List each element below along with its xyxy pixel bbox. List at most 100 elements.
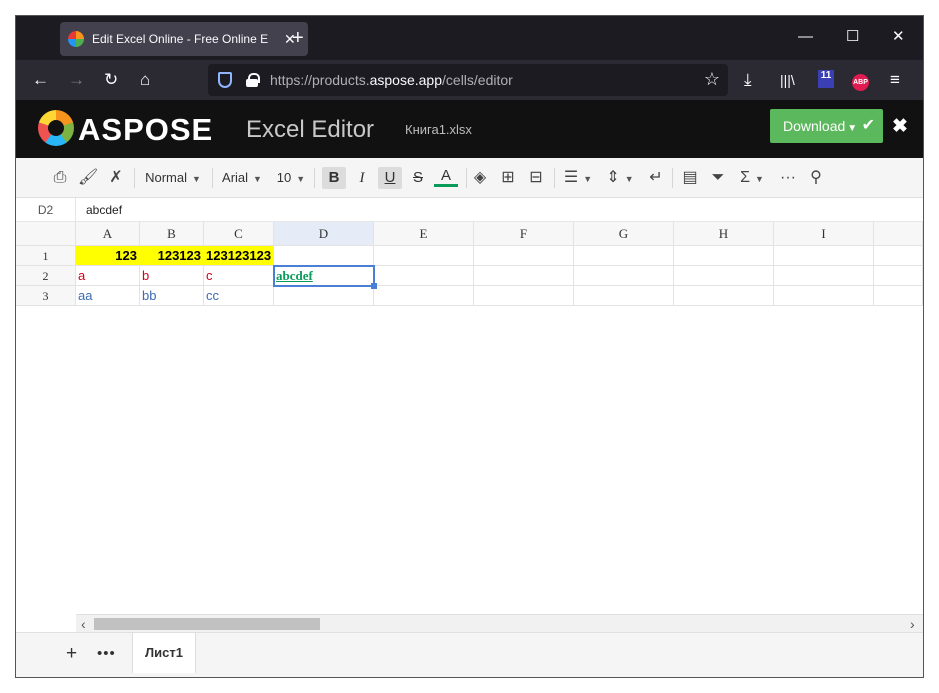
row-header-3[interactable]: 3 <box>16 286 76 306</box>
cell-g3[interactable] <box>574 286 674 306</box>
cell-c1[interactable]: 123123123 <box>204 246 274 266</box>
scroll-right-icon[interactable]: › <box>910 615 915 633</box>
column-header-e[interactable]: E <box>374 222 474 246</box>
cell-h2[interactable] <box>674 266 774 286</box>
cell-d1[interactable] <box>274 246 374 266</box>
row-header-2[interactable]: 2 <box>16 266 76 286</box>
minimize-button[interactable]: — <box>798 28 813 46</box>
cell-j3[interactable] <box>874 286 923 306</box>
adblock-icon[interactable]: ABP <box>852 74 869 91</box>
scroll-left-icon[interactable]: ‹ <box>81 615 86 633</box>
cell-f3[interactable] <box>474 286 574 306</box>
row-header-1[interactable]: 1 <box>16 246 76 266</box>
tracking-shield-icon[interactable] <box>218 72 232 88</box>
library-icon[interactable]: |||\ <box>780 70 795 90</box>
font-select[interactable]: Arial ▼ <box>218 167 266 189</box>
column-header-a[interactable]: A <box>76 222 140 246</box>
font-size-select[interactable]: 10 ▼ <box>274 167 308 189</box>
wrap-text-icon[interactable]: ↵ <box>646 167 666 189</box>
cell-c2[interactable]: c <box>204 266 274 286</box>
column-header-d[interactable]: D <box>274 222 374 246</box>
print-icon[interactable]: ⎙ <box>50 167 70 189</box>
spreadsheet-grid[interactable]: A B C D E F G H I 1 2 3 123 123123 12312… <box>16 222 923 614</box>
table-icon[interactable]: ▤ <box>680 167 700 189</box>
download-button[interactable]: Download ▼ ✔ <box>770 109 883 143</box>
strikethrough-button[interactable]: S <box>406 167 430 189</box>
cell-i1[interactable] <box>774 246 874 266</box>
logo-text[interactable]: ASPOSE <box>78 112 213 148</box>
column-header-g[interactable]: G <box>574 222 674 246</box>
clear-format-icon[interactable]: ✗ <box>106 167 126 189</box>
cell-a2[interactable]: a <box>76 266 140 286</box>
lock-icon[interactable] <box>246 73 260 87</box>
column-header-c[interactable]: C <box>204 222 274 246</box>
aspose-logo-icon[interactable] <box>38 110 74 146</box>
cell-i3[interactable] <box>774 286 874 306</box>
corner-header[interactable] <box>16 222 76 246</box>
bold-button[interactable]: B <box>322 167 346 189</box>
add-sheet-button[interactable]: + <box>66 644 77 664</box>
column-header-h[interactable]: H <box>674 222 774 246</box>
horizontal-scrollbar[interactable]: ‹ › <box>76 614 923 632</box>
cell-reference[interactable]: D2 <box>16 198 76 222</box>
cell-g1[interactable] <box>574 246 674 266</box>
cell-i2[interactable] <box>774 266 874 286</box>
bookmark-star-icon[interactable]: ☆ <box>704 69 720 90</box>
cell-e1[interactable] <box>374 246 474 266</box>
sheets-menu-button[interactable]: ••• <box>97 644 116 664</box>
style-select[interactable]: Normal ▼ <box>142 167 204 189</box>
italic-button[interactable]: I <box>350 167 374 189</box>
search-icon[interactable]: ⚲ <box>806 167 826 189</box>
cell-e3[interactable] <box>374 286 474 306</box>
align-vertical-icon[interactable]: ⇕ ▼ <box>604 167 636 189</box>
downloads-icon[interactable]: ⤓ <box>744 70 752 90</box>
cell-a3[interactable]: aa <box>76 286 140 306</box>
underline-button[interactable]: U <box>378 167 402 189</box>
cell-g2[interactable] <box>574 266 674 286</box>
menu-icon[interactable]: ≡ <box>890 70 900 90</box>
fill-color-icon[interactable]: ◈ <box>470 167 490 189</box>
column-header-b[interactable]: B <box>140 222 204 246</box>
sum-icon[interactable]: Σ ▼ <box>736 167 768 189</box>
fill-handle[interactable] <box>371 283 377 289</box>
cell-f1[interactable] <box>474 246 574 266</box>
formula-input[interactable]: abcdef <box>86 198 122 222</box>
cell-j2[interactable] <box>874 266 923 286</box>
merge-cells-icon[interactable]: ⊟ <box>526 167 546 189</box>
cell-h3[interactable] <box>674 286 774 306</box>
close-editor-button[interactable]: ✖ <box>892 116 908 138</box>
browser-tab-bar: Edit Excel Online - Free Online E ✕ + — … <box>16 16 923 60</box>
window-close-button[interactable]: ✕ <box>892 28 905 46</box>
cell-b2[interactable]: b <box>140 266 204 286</box>
borders-icon[interactable]: ⊞ <box>498 167 518 189</box>
format-painter-icon[interactable]: 🖌 <box>78 167 98 189</box>
font-color-button[interactable]: A <box>434 167 458 187</box>
filter-icon[interactable]: ⏷ <box>708 167 728 189</box>
more-options-icon[interactable]: ··· <box>778 167 798 189</box>
sheet-tab[interactable]: Лист1 <box>132 633 196 673</box>
url-bar[interactable]: https://products.aspose.app/cells/editor… <box>208 64 728 96</box>
cell-b3[interactable]: bb <box>140 286 204 306</box>
cell-d3[interactable] <box>274 286 374 306</box>
browser-tab[interactable]: Edit Excel Online - Free Online E ✕ <box>60 22 308 56</box>
home-icon[interactable]: ⌂ <box>140 70 150 90</box>
cell-j1[interactable] <box>874 246 923 266</box>
url-text[interactable]: https://products.aspose.app/cells/editor <box>270 72 513 88</box>
cell-a1[interactable]: 123 <box>76 246 140 266</box>
forward-arrow-icon[interactable]: → <box>68 70 85 90</box>
column-header-next[interactable] <box>874 222 923 246</box>
cell-f2[interactable] <box>474 266 574 286</box>
column-header-f[interactable]: F <box>474 222 574 246</box>
maximize-button[interactable]: ☐ <box>846 28 859 46</box>
extension-badge-icon[interactable]: 11 <box>818 70 834 88</box>
back-arrow-icon[interactable]: ← <box>32 70 49 90</box>
new-tab-button[interactable]: + <box>292 26 304 50</box>
cell-e2[interactable] <box>374 266 474 286</box>
reload-icon[interactable]: ↻ <box>104 70 118 90</box>
cell-c3[interactable]: cc <box>204 286 274 306</box>
column-header-i[interactable]: I <box>774 222 874 246</box>
scroll-thumb[interactable] <box>94 618 320 630</box>
cell-h1[interactable] <box>674 246 774 266</box>
align-horizontal-icon[interactable]: ☰ ▼ <box>562 167 594 189</box>
cell-b1[interactable]: 123123 <box>140 246 204 266</box>
